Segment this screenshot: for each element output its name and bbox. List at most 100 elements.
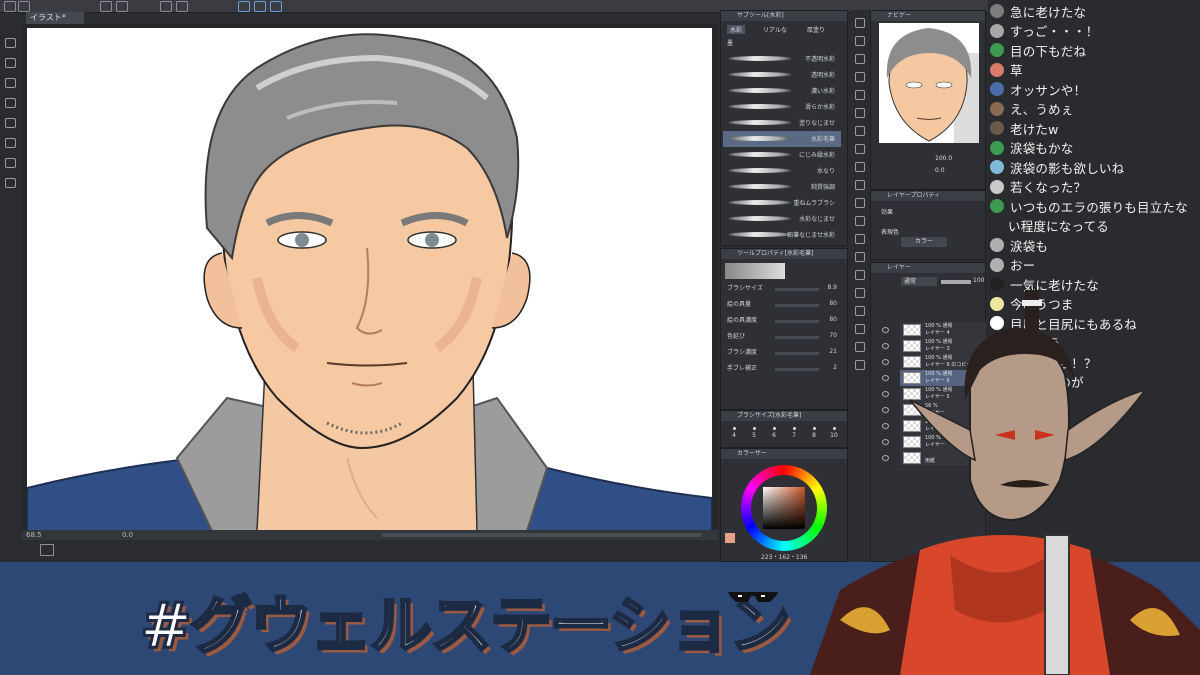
zoom-readout[interactable]: 68.5 <box>26 530 42 540</box>
tool-icon[interactable] <box>855 162 865 172</box>
property-label: ブラシ濃度 <box>727 349 757 356</box>
brush-item[interactable]: 水なり <box>723 163 841 179</box>
brush-item[interactable]: 鈍質強調 <box>723 179 841 195</box>
chat-avatar[interactable] <box>990 277 1004 291</box>
size-label: 7 <box>792 432 796 439</box>
blend-mode-select[interactable]: 通常 <box>901 277 937 286</box>
canvas-status-bar: 68.5 0.0 <box>22 530 718 540</box>
tool-icon[interactable] <box>855 144 865 154</box>
page-icon[interactable] <box>5 138 16 148</box>
navigator-angle[interactable]: 0.0 <box>935 167 945 174</box>
angle-readout[interactable]: 0.0 <box>122 530 133 540</box>
chat-avatar[interactable] <box>990 62 1004 77</box>
tool-icon[interactable] <box>855 270 865 280</box>
brush-item[interactable]: 鉛筆なじませ水彩 <box>723 227 841 243</box>
opacity-slider[interactable] <box>941 280 971 284</box>
effect-label: 効果 <box>881 209 894 216</box>
chat-avatar[interactable] <box>990 160 1004 174</box>
brush-item[interactable]: 水彩毛筆 <box>723 131 841 147</box>
drawing-canvas[interactable] <box>27 28 712 531</box>
tool-icon[interactable] <box>855 54 865 64</box>
navigator-thumbnail[interactable] <box>879 23 979 143</box>
subtool-panel: サブツール[水彩] 水彩 リアルな 厚塗り 墨 不透明水彩 透明水彩 濃い水彩滑らか… <box>720 10 848 246</box>
document-tab[interactable]: イラスト* <box>26 12 84 24</box>
brush-item[interactable]: 濃い水彩 <box>723 83 841 99</box>
tool-icon[interactable] <box>855 72 865 82</box>
layer-panel-toggle-icon[interactable] <box>5 38 16 48</box>
ruler-snap-icon[interactable] <box>238 1 250 12</box>
tool-icon[interactable] <box>855 234 865 244</box>
main-color-swatch[interactable] <box>725 533 735 543</box>
chat-message: 若くなった？ <box>990 177 1086 197</box>
undo-icon[interactable] <box>100 1 112 12</box>
brush-item[interactable]: にじみ縁水彩 <box>723 147 841 163</box>
tab-thick[interactable]: 厚塗り <box>807 25 825 34</box>
tool-icon[interactable] <box>855 126 865 136</box>
brush-size-preset[interactable]: 5 <box>745 425 763 445</box>
chat-avatar[interactable] <box>990 43 1004 57</box>
brush-size-preset[interactable]: 4 <box>725 425 743 445</box>
transform-icon[interactable] <box>176 1 188 12</box>
brush-label: 水彩なじませ <box>799 216 835 223</box>
brush-label: 水なり <box>816 168 835 175</box>
brush-stroke-preview <box>729 120 791 125</box>
chat-message: おー <box>990 255 1035 275</box>
tool-icon[interactable] <box>855 216 865 226</box>
chat-avatar[interactable] <box>990 121 1004 135</box>
size-label: 5 <box>752 432 756 439</box>
page-icon[interactable] <box>5 178 16 188</box>
brush-item[interactable]: 透明水彩 <box>723 67 841 83</box>
chat-avatar[interactable] <box>990 23 1004 38</box>
fill-icon[interactable] <box>160 1 172 12</box>
brush-item[interactable]: 不透明水彩 <box>723 51 841 67</box>
brush-stroke-preview <box>729 168 791 173</box>
brush-label: 滑らか水彩 <box>804 104 835 111</box>
brush-item[interactable]: 塗りなじませ <box>723 115 841 131</box>
navigator-zoom[interactable]: 100.0 <box>935 155 952 162</box>
tool-icon[interactable] <box>855 18 865 28</box>
subtool-panel-title: サブツール[水彩] <box>721 11 847 21</box>
page-icon[interactable] <box>5 118 16 128</box>
chat-avatar[interactable] <box>990 179 1004 194</box>
brush-size-preset[interactable]: 6 <box>765 425 783 445</box>
page-icon[interactable] <box>5 158 16 168</box>
opacity-value[interactable]: 100 <box>973 277 984 284</box>
saturation-value-square[interactable] <box>763 487 805 529</box>
tool-icon[interactable] <box>855 36 865 46</box>
portrait-drawing <box>27 33 712 531</box>
chat-avatar[interactable] <box>990 4 1004 18</box>
special-ruler-snap-icon[interactable] <box>254 1 266 12</box>
tool-icon[interactable] <box>855 198 865 208</box>
tool-icon[interactable] <box>855 90 865 100</box>
brush-item[interactable]: 滑らか水彩 <box>723 99 841 115</box>
page-icon[interactable] <box>5 78 16 88</box>
tool-icon[interactable] <box>855 252 865 262</box>
brush-item[interactable]: 重ねムラブラシ <box>723 195 841 211</box>
tool-icon[interactable] <box>855 180 865 190</box>
open-file-icon[interactable] <box>18 1 30 12</box>
page-icon[interactable] <box>5 58 16 68</box>
chat-avatar[interactable] <box>990 82 1004 96</box>
chat-avatar[interactable] <box>990 199 1004 213</box>
layer-property-title: レイヤープロパティ <box>871 191 985 201</box>
brush-item[interactable]: 水彩なじませ <box>723 211 841 227</box>
chat-avatar[interactable] <box>990 140 1004 155</box>
redo-icon[interactable] <box>116 1 128 12</box>
chat-message: え、うめぇ <box>990 99 1074 119</box>
expression-color-select[interactable]: カラー <box>901 237 947 247</box>
chat-message: 涙袋もかな <box>990 138 1074 158</box>
page-icon[interactable] <box>5 98 16 108</box>
tab-real[interactable]: リアルな <box>763 25 787 34</box>
chat-avatar[interactable] <box>990 257 1004 272</box>
chat-avatar[interactable] <box>990 238 1004 252</box>
chat-avatar[interactable] <box>990 101 1004 116</box>
banner-title: #グウェルステーション <box>139 588 793 664</box>
brush-group-label[interactable]: 墨 <box>727 38 733 47</box>
new-file-icon[interactable] <box>4 1 16 12</box>
tab-watercolor[interactable]: 水彩 <box>727 25 746 34</box>
grid-snap-icon[interactable] <box>270 1 282 12</box>
panel-menu-icon[interactable] <box>40 544 54 556</box>
property-label: ブラシサイズ <box>727 285 763 292</box>
tool-icon[interactable] <box>855 108 865 118</box>
horizontal-scrollbar[interactable] <box>382 533 702 537</box>
